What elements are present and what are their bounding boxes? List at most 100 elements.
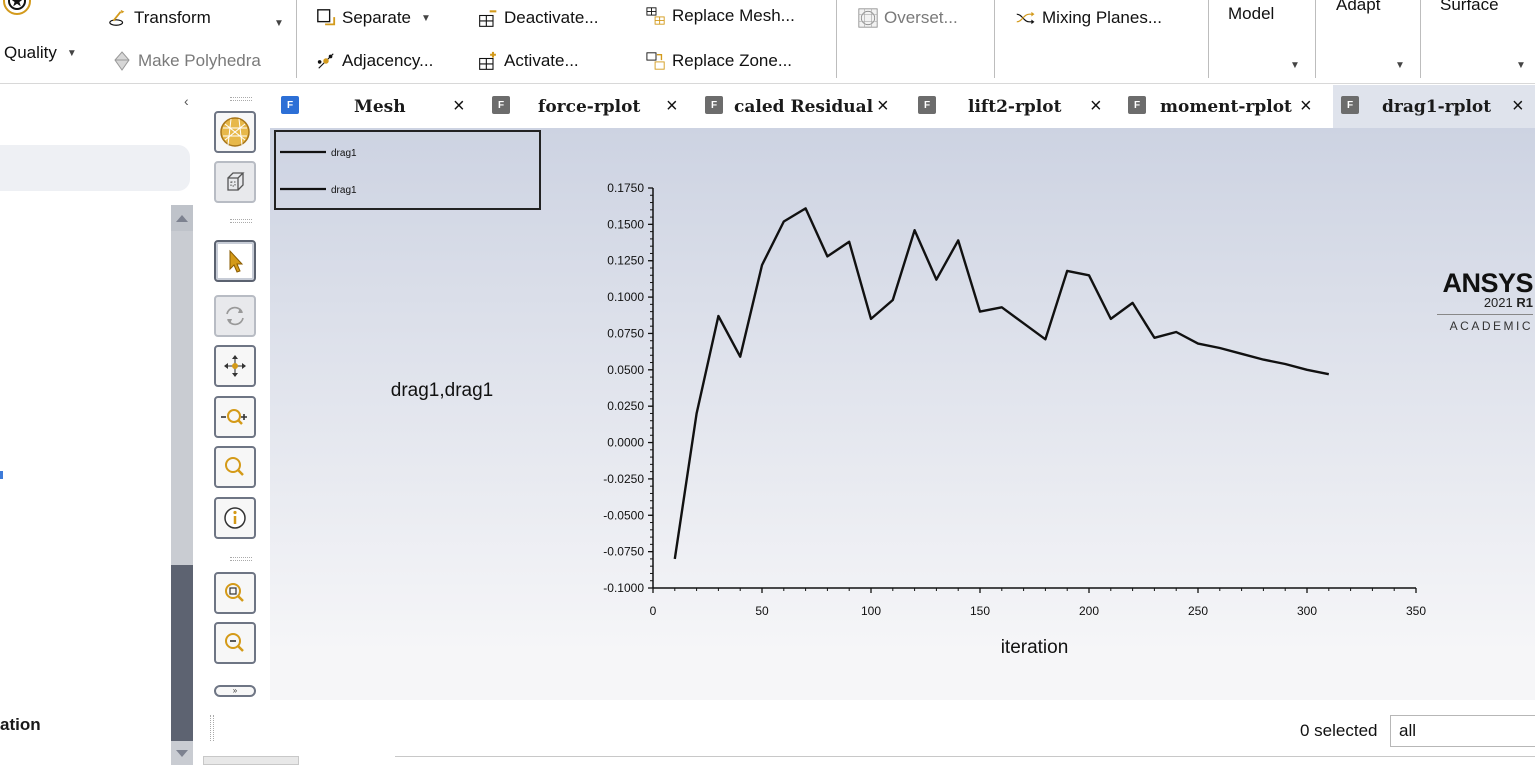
graphics-toolbar: » (200, 85, 270, 765)
tab-moment-rplot[interactable]: F moment-rplot × (1122, 85, 1333, 128)
replace-mesh-label: Replace Mesh... (672, 6, 795, 25)
x-tick-label: 250 (1188, 604, 1208, 618)
fluent-tab-icon: F (281, 96, 299, 114)
make-polyhedra-button[interactable]: Make Polyhedra (112, 51, 261, 71)
tab-label: moment-rplot (1160, 97, 1292, 117)
fluent-tab-icon: F (1128, 96, 1146, 114)
logo-year: 2021 (1483, 295, 1513, 310)
separate-icon (316, 8, 336, 28)
toolbar-grip[interactable] (230, 219, 252, 223)
overset-label: Overset... (884, 8, 958, 27)
separate-button[interactable]: Separate ▼ (316, 8, 431, 28)
toolbar-grip[interactable] (230, 97, 252, 101)
y-tick-label: 0.1500 (607, 217, 644, 231)
tab-lift2-rplot[interactable]: F lift2-rplot × (909, 85, 1122, 128)
tab-drag1-rplot[interactable]: F drag1-rplot × (1333, 85, 1535, 128)
y-tick-label: 0.0250 (607, 399, 644, 413)
replace-zone-button[interactable]: Replace Zone... (646, 51, 792, 71)
fluent-tab-icon: F (1341, 96, 1359, 114)
quality-icon[interactable] (2, 0, 32, 19)
logo-edition: ACADEMIC (1449, 319, 1533, 333)
x-tick-label: 100 (861, 604, 881, 618)
legend: drag1 drag1 (274, 130, 541, 210)
y-tick-label: 0.0750 (607, 326, 644, 340)
chevron-down-icon[interactable]: ▼ (1516, 60, 1526, 71)
ribbon-separator (296, 0, 297, 78)
series-line-drag1 (673, 207, 1330, 560)
rotate-icon[interactable] (214, 295, 256, 337)
pan-icon[interactable] (214, 345, 256, 387)
overset-button[interactable]: Overset... (858, 8, 958, 28)
logo-release: R1 (1516, 295, 1533, 310)
chevron-down-icon[interactable]: ▼ (1395, 60, 1405, 71)
activate-button[interactable]: Activate... (478, 51, 579, 71)
zoom-in-out-icon[interactable] (214, 396, 256, 438)
mixing-planes-label: Mixing Planes... (1042, 8, 1162, 27)
chevron-down-icon[interactable]: ▼ (1290, 60, 1300, 71)
close-icon[interactable]: × (1512, 95, 1524, 118)
collapse-panel-icon[interactable]: ‹ (184, 93, 189, 109)
mesh-display-icon[interactable] (214, 111, 256, 153)
mixing-planes-button[interactable]: Mixing Planes... (1016, 8, 1162, 28)
series (673, 207, 1330, 560)
drag-plot-chart: drag1 drag1 0.1750 0.1500 0.1250 0.1000 0.075… (274, 130, 1426, 658)
fluent-tab-icon: F (705, 96, 723, 114)
x-tick-label: 350 (1406, 604, 1426, 618)
x-tick-label: 150 (970, 604, 990, 618)
adjacency-icon (316, 51, 336, 71)
transform-button[interactable]: Transform (108, 8, 211, 28)
replace-mesh-button[interactable]: Replace Mesh... (646, 6, 795, 26)
surface-button[interactable]: Surface (1440, 0, 1499, 15)
deactivate-icon (478, 8, 498, 28)
deactivate-button[interactable]: Deactivate... (478, 8, 599, 28)
legend-label: drag1 (331, 185, 357, 196)
tab-scaled-residuals[interactable]: F caled Residual × (697, 85, 909, 128)
tree-item-label[interactable]: ation (0, 715, 41, 735)
zoom-to-fit-icon[interactable] (214, 446, 256, 488)
mixing-planes-icon (1016, 8, 1036, 28)
adjacency-button[interactable]: Adjacency... (316, 51, 433, 71)
select-arrow-icon[interactable] (214, 240, 256, 282)
tab-label: caled Residual (734, 97, 874, 117)
close-icon[interactable]: × (453, 95, 465, 118)
toolbar-grip[interactable] (230, 557, 252, 561)
tree-search-input[interactable] (0, 145, 190, 191)
replace-mesh-icon (646, 6, 666, 26)
quality-dropdown[interactable]: Quality ▼ (4, 43, 77, 63)
bounding-box-icon[interactable] (214, 161, 256, 203)
y-tick-label: -0.0500 (603, 508, 644, 522)
deactivate-label: Deactivate... (504, 8, 599, 27)
adapt-button[interactable]: Adapt (1336, 0, 1380, 15)
probe-info-icon[interactable] (214, 497, 256, 539)
tab-force-rplot[interactable]: F force-rplot × (485, 85, 697, 128)
y-tick-label: 0.1250 (607, 254, 644, 268)
zoom-box-icon[interactable] (214, 572, 256, 614)
zoom-out-icon[interactable] (214, 622, 256, 664)
close-icon[interactable]: × (666, 95, 678, 118)
toolbar-grip[interactable] (210, 715, 214, 741)
ribbon-toolbar: Quality ▼ Transform ▼ Make Polyhedra Sep… (0, 0, 1535, 84)
tab-mesh[interactable]: F Mesh × (270, 85, 485, 128)
plot-canvas[interactable]: drag1 drag1 0.1750 0.1500 0.1250 0.1000 0.075… (270, 128, 1535, 700)
x-tick-label: 300 (1297, 604, 1317, 618)
close-icon[interactable]: × (1300, 95, 1312, 118)
x-tick-label: 0 (650, 604, 657, 618)
tab-label: force-rplot (538, 97, 641, 117)
expand-more-icon[interactable]: » (214, 685, 256, 697)
selection-filter-input[interactable] (1390, 715, 1535, 747)
y-tick-label: 0.0500 (607, 363, 644, 377)
scroll-up-button[interactable] (171, 205, 193, 231)
model-button[interactable]: Model (1228, 4, 1274, 24)
close-icon[interactable]: × (1090, 95, 1102, 118)
y-tick-label: -0.0250 (603, 472, 644, 486)
tab-label: lift2-rplot (968, 97, 1062, 117)
legend-box (274, 130, 541, 210)
ribbon-separator (1315, 0, 1316, 78)
close-icon[interactable]: × (877, 95, 889, 118)
transform-dropdown[interactable]: ▼ (270, 18, 284, 29)
outline-panel: ‹ ation (0, 85, 200, 765)
scrollbar-thumb[interactable] (171, 565, 193, 741)
bottom-tab[interactable] (203, 756, 299, 765)
scroll-down-button[interactable] (171, 741, 193, 765)
ribbon-separator (1420, 0, 1421, 78)
